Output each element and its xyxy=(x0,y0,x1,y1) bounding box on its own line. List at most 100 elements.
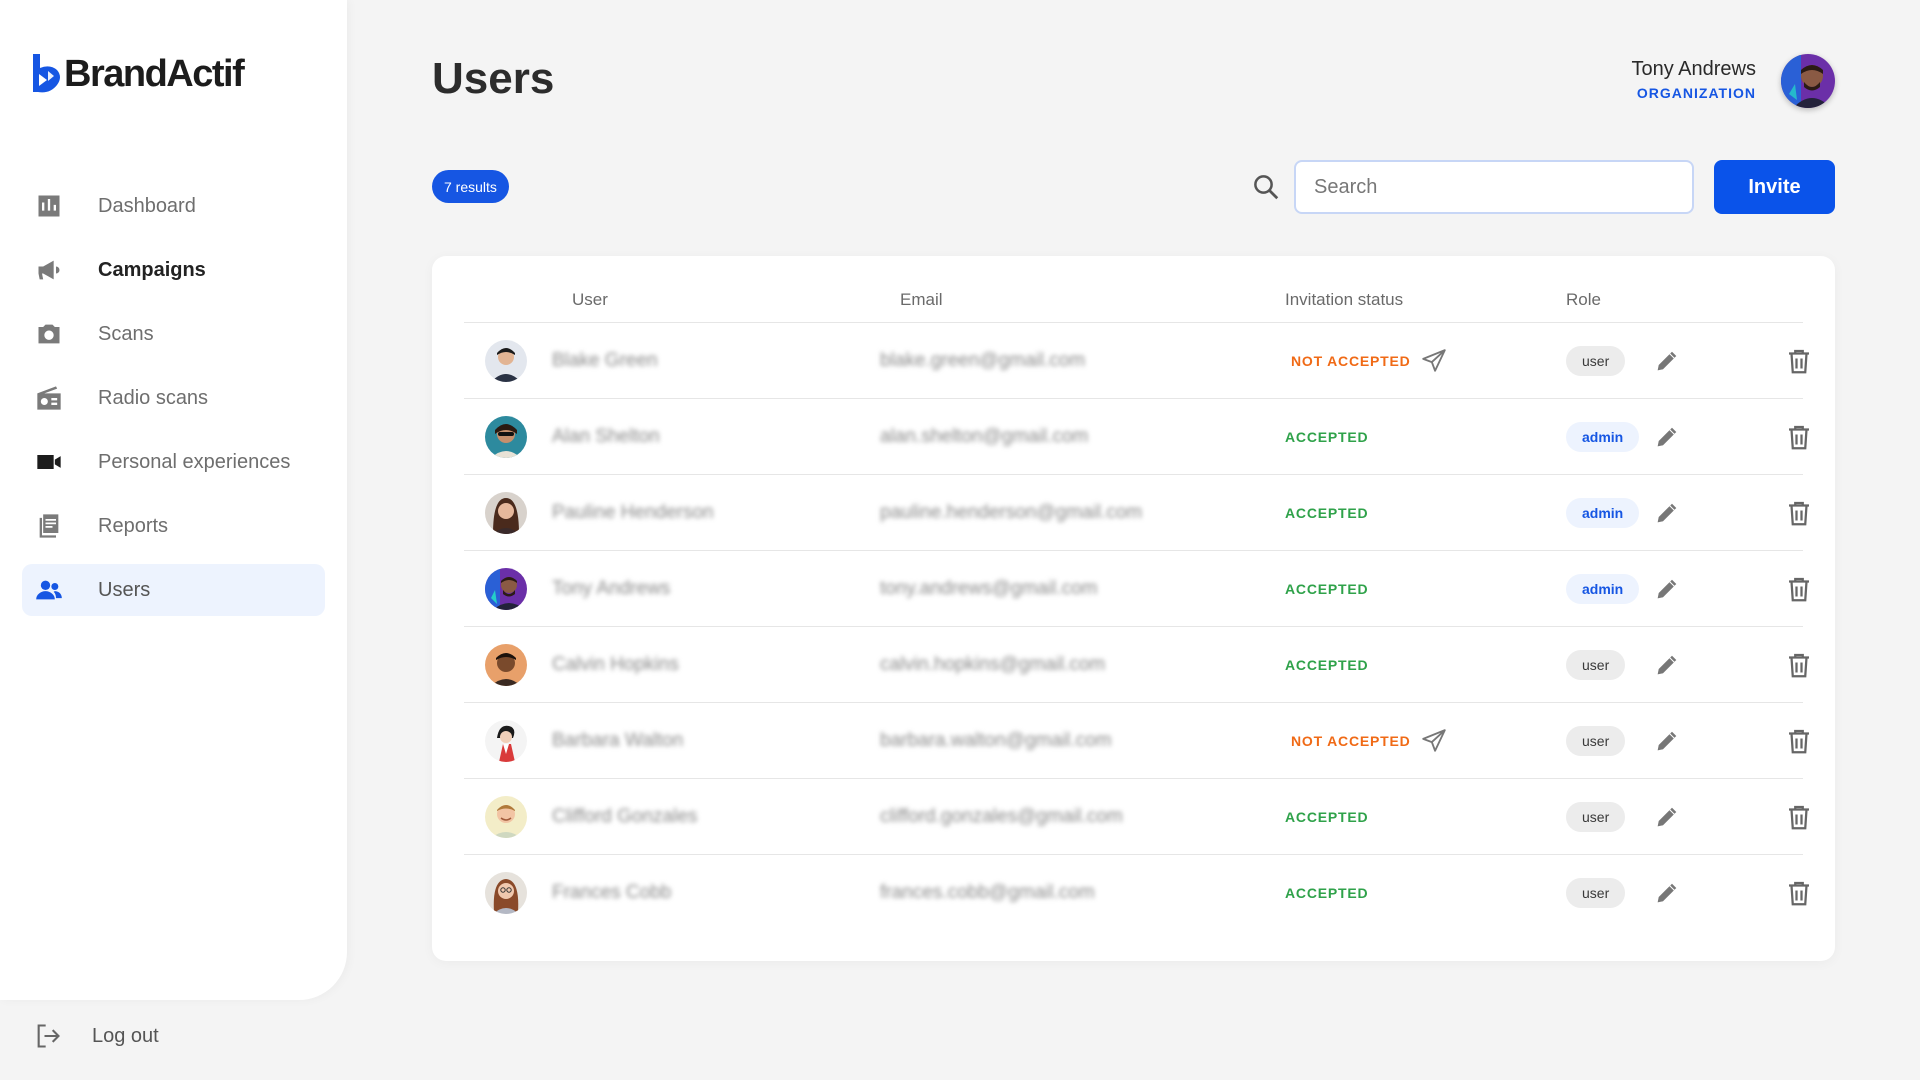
edit-user-button[interactable] xyxy=(1652,802,1682,832)
table-row[interactable]: Calvin Hopkins calvin.hopkins@gmail.com … xyxy=(464,627,1809,703)
pencil-icon xyxy=(1656,653,1678,676)
avatar[interactable] xyxy=(1781,54,1835,108)
invitation-status: NOT ACCEPTED xyxy=(1291,728,1447,754)
table-row[interactable]: Clifford Gonzales clifford.gonzales@gmai… xyxy=(464,779,1809,855)
page-title: Users xyxy=(432,54,555,103)
edit-user-button[interactable] xyxy=(1652,574,1682,604)
role-badge: user xyxy=(1566,725,1626,756)
invitation-status: NOT ACCEPTED xyxy=(1291,348,1447,374)
sidebar-item-label: Users xyxy=(98,578,151,601)
user-name: Tony Andrews xyxy=(552,577,671,599)
edit-user-button[interactable] xyxy=(1652,878,1682,908)
edit-user-button[interactable] xyxy=(1652,422,1682,452)
avatar xyxy=(485,872,527,914)
invitation-status-label: ACCEPTED xyxy=(1285,808,1369,825)
edit-user-button[interactable] xyxy=(1652,346,1682,376)
logout-button[interactable]: Log out xyxy=(34,1022,159,1050)
resend-invite-icon[interactable] xyxy=(1421,348,1447,374)
resend-invite-icon[interactable] xyxy=(1421,728,1447,754)
sidebar-item-personal-experiences[interactable]: Personal experiences xyxy=(22,436,325,488)
table-row[interactable]: Tony Andrews tony.andrews@gmail.com ACCE… xyxy=(464,551,1809,627)
sidebar-item-scans[interactable]: Scans xyxy=(22,308,325,360)
brand-logo[interactable]: BrandActif xyxy=(30,52,245,96)
pencil-icon xyxy=(1656,425,1678,448)
role-badge: admin xyxy=(1566,497,1640,528)
avatar xyxy=(485,719,527,762)
invitation-status-label: NOT ACCEPTED xyxy=(1291,352,1411,369)
invitation-status-label: ACCEPTED xyxy=(1285,428,1369,445)
role-badge: admin xyxy=(1566,573,1640,604)
edit-user-button[interactable] xyxy=(1652,498,1682,528)
table-body: Blake Green blake.green@gmail.com NOT AC… xyxy=(464,323,1809,931)
delete-user-button[interactable] xyxy=(1784,802,1814,832)
table-row[interactable]: Barbara Walton barbara.walton@gmail.com … xyxy=(464,703,1809,779)
trash-icon xyxy=(1789,729,1809,753)
edit-user-button[interactable] xyxy=(1652,726,1682,756)
sidebar-item-label: Personal experiences xyxy=(98,450,291,473)
pencil-icon xyxy=(1656,729,1678,752)
sidebar: BrandActif Dashboard Campaigns Scans Rad… xyxy=(0,0,347,1000)
current-user[interactable]: Tony Andrews ORGANIZATION xyxy=(1631,58,1756,101)
column-header-invitation-status: Invitation status xyxy=(1285,290,1404,309)
delete-user-button[interactable] xyxy=(1784,650,1814,680)
sidebar-item-label: Scans xyxy=(98,322,154,345)
sidebar-item-dashboard[interactable]: Dashboard xyxy=(22,180,325,232)
trash-icon xyxy=(1789,881,1809,906)
trash-icon xyxy=(1789,425,1809,449)
results-count-badge: 7 results xyxy=(432,170,509,203)
user-email: barbara.walton@gmail.com xyxy=(880,729,1112,751)
avatar xyxy=(485,795,527,838)
edit-user-button[interactable] xyxy=(1652,650,1682,680)
delete-user-button[interactable] xyxy=(1784,574,1814,604)
column-header-email: Email xyxy=(900,290,943,309)
sidebar-item-radio-scans[interactable]: Radio scans xyxy=(22,372,325,424)
column-header-role: Role xyxy=(1566,290,1601,309)
pencil-icon xyxy=(1656,805,1678,828)
delete-user-button[interactable] xyxy=(1784,422,1814,452)
trash-icon xyxy=(1789,349,1809,373)
user-email: clifford.gonzales@gmail.com xyxy=(880,805,1123,827)
role-badge: user xyxy=(1566,649,1626,680)
user-email: calvin.hopkins@gmail.com xyxy=(880,653,1106,675)
logout-label: Log out xyxy=(92,1024,159,1047)
invitation-status: ACCEPTED xyxy=(1285,429,1368,445)
users-icon xyxy=(34,575,64,605)
pencil-icon xyxy=(1656,577,1678,600)
reports-icon xyxy=(34,511,64,541)
invitation-status-label: ACCEPTED xyxy=(1285,504,1369,521)
table-row[interactable]: Pauline Henderson pauline.henderson@gmai… xyxy=(464,475,1809,551)
table-row[interactable]: Blake Green blake.green@gmail.com NOT AC… xyxy=(464,323,1809,399)
invitation-status: ACCEPTED xyxy=(1285,809,1368,825)
sidebar-nav: Dashboard Campaigns Scans Radio scans Pe… xyxy=(22,180,325,628)
invite-button[interactable]: Invite xyxy=(1714,160,1835,214)
search-icon[interactable] xyxy=(1251,172,1281,202)
table-row[interactable]: Frances Cobb frances.cobb@gmail.com ACCE… xyxy=(464,855,1809,931)
search-input[interactable] xyxy=(1294,160,1694,214)
delete-user-button[interactable] xyxy=(1784,498,1814,528)
users-table: User Email Invitation status Role Blake … xyxy=(432,256,1835,961)
sidebar-item-users[interactable]: Users xyxy=(22,564,325,616)
invitation-status: ACCEPTED xyxy=(1285,657,1368,673)
avatar xyxy=(485,339,527,382)
sidebar-item-label: Campaigns xyxy=(98,258,206,281)
sidebar-item-label: Reports xyxy=(98,514,169,537)
brand-name: BrandActif xyxy=(64,52,245,95)
sidebar-item-label: Radio scans xyxy=(98,386,209,409)
user-name: Blake Green xyxy=(552,349,658,371)
sidebar-item-reports[interactable]: Reports xyxy=(22,500,325,552)
current-user-org: ORGANIZATION xyxy=(1636,85,1756,101)
user-name: Clifford Gonzales xyxy=(552,805,698,827)
invitation-status: ACCEPTED xyxy=(1285,581,1368,597)
table-header: User Email Invitation status Role xyxy=(464,256,1803,323)
delete-user-button[interactable] xyxy=(1784,878,1814,908)
sidebar-item-campaigns[interactable]: Campaigns xyxy=(22,244,325,296)
trash-icon xyxy=(1789,653,1809,677)
invitation-status-label: NOT ACCEPTED xyxy=(1291,732,1411,749)
delete-user-button[interactable] xyxy=(1784,726,1814,756)
delete-user-button[interactable] xyxy=(1784,346,1814,376)
table-row[interactable]: Alan Shelton alan.shelton@gmail.com ACCE… xyxy=(464,399,1809,475)
user-name: Frances Cobb xyxy=(552,882,672,903)
bar-chart-icon xyxy=(34,191,64,221)
invitation-status: ACCEPTED xyxy=(1285,885,1368,901)
user-name: Barbara Walton xyxy=(552,729,684,751)
